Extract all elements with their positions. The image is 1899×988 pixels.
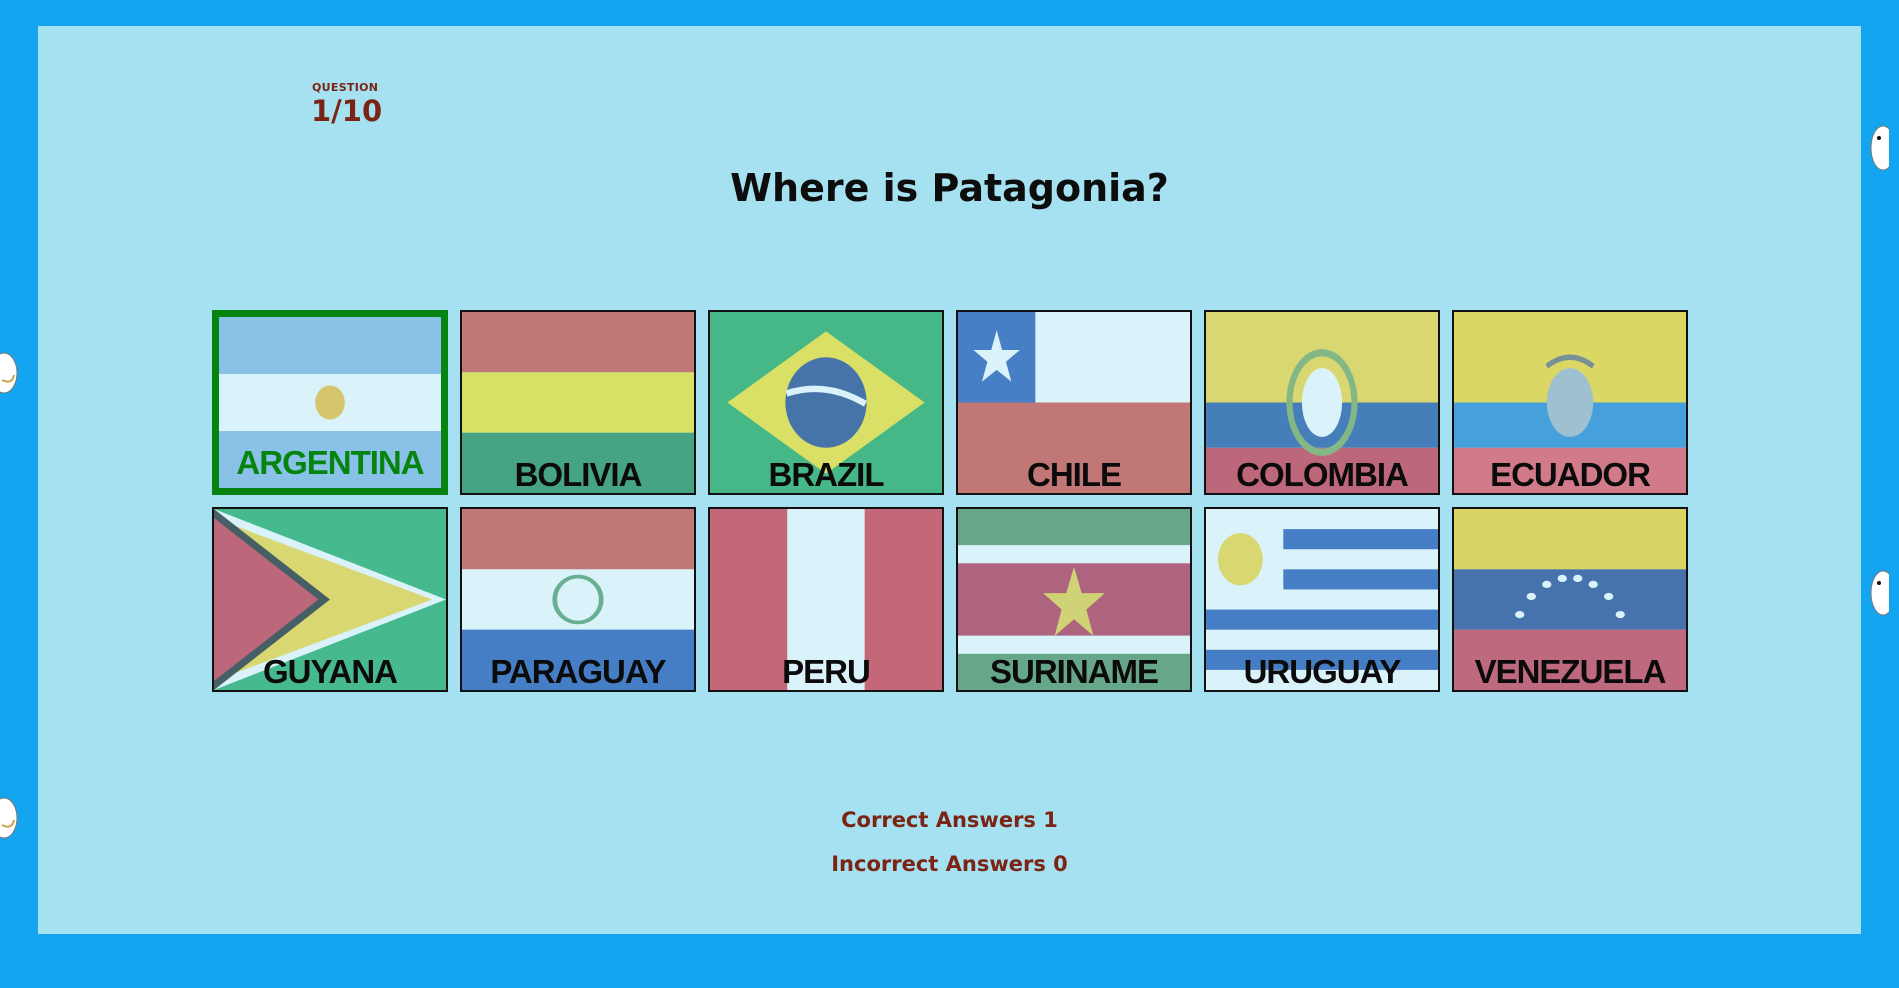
option-label: GUYANA [263, 653, 398, 690]
option-label: VENEZUELA [1474, 653, 1667, 690]
quiz-panel: QUESTION 1/10 Where is Patagonia? ARGENT… [38, 26, 1861, 934]
option-label: COLOMBIA [1236, 456, 1409, 493]
sheep-decoration-icon [1870, 570, 1889, 616]
correct-answers-count: Correct Answers 1 [841, 808, 1058, 832]
option-label: SURINAME [989, 653, 1159, 690]
option-label: PERU [782, 653, 871, 690]
sheep-decoration-icon [0, 352, 18, 394]
option-label: ARGENTINA [236, 444, 424, 481]
option-label: PARAGUAY [490, 653, 666, 690]
option-venezuela[interactable]: VENEZUELA [1452, 507, 1688, 692]
option-ecuador[interactable]: ECUADOR [1452, 310, 1688, 495]
option-paraguay[interactable]: PARAGUAY [460, 507, 696, 692]
option-label: CHILE [1027, 456, 1122, 493]
option-label: BRAZIL [768, 456, 885, 493]
sheep-decoration-icon [1870, 125, 1889, 171]
option-argentina[interactable]: ARGENTINA [212, 310, 448, 495]
question-counter: 1/10 [311, 94, 383, 128]
incorrect-answers-count: Incorrect Answers 0 [831, 852, 1068, 876]
option-label: ECUADOR [1490, 456, 1651, 493]
question-title: Where is Patagonia? [730, 166, 1169, 210]
option-uruguay[interactable]: URUGUAY [1204, 507, 1440, 692]
question-label: QUESTION [312, 81, 379, 94]
option-colombia[interactable]: COLOMBIA [1204, 310, 1440, 495]
option-guyana[interactable]: GUYANA [212, 507, 448, 692]
option-peru[interactable]: PERU [708, 507, 944, 692]
answer-grid: ARGENTINA BOLIVIA BRAZIL CHILE COLOMBIA … [212, 310, 1688, 692]
option-label: BOLIVIA [514, 456, 643, 493]
sheep-decoration-icon [0, 797, 18, 839]
option-suriname[interactable]: SURINAME [956, 507, 1192, 692]
option-bolivia[interactable]: BOLIVIA [460, 310, 696, 495]
option-label: URUGUAY [1243, 653, 1402, 690]
option-chile[interactable]: CHILE [956, 310, 1192, 495]
option-brazil[interactable]: BRAZIL [708, 310, 944, 495]
